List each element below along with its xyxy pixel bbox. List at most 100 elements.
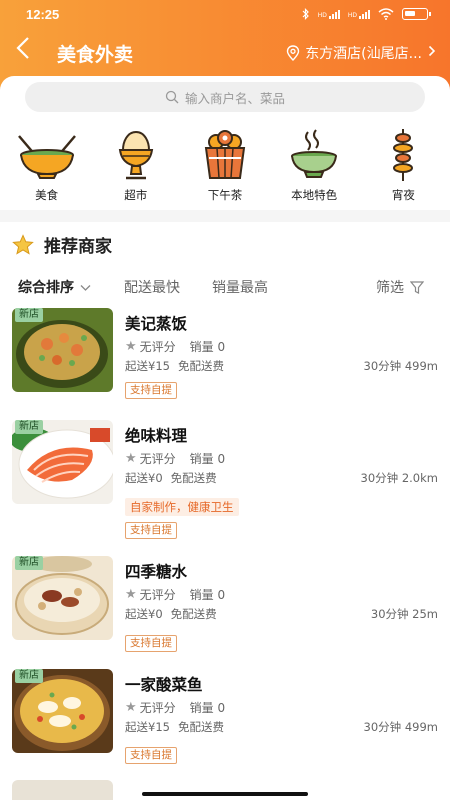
category-local-specialty[interactable]: 本地特色	[270, 128, 358, 208]
shop-slogan: 自家制作，健康卫生	[125, 498, 239, 516]
shop-rating: ★ 无评分 销量 0	[125, 450, 225, 467]
location-label: 东方酒店(汕尾店...	[305, 46, 422, 62]
bowl-chopsticks-icon	[17, 135, 76, 179]
shop-card-partial[interactable]	[12, 780, 438, 800]
shop-card[interactable]: 新店 四季糖水 ★ 无评分 销量 0 起送¥0 免配送费 30分钟 25m 支持自…	[12, 556, 438, 652]
min-order: 起送¥0	[125, 471, 163, 485]
delivery-info: 起送¥15 免配送费	[125, 358, 224, 374]
category-label: 美食	[35, 188, 59, 202]
shop-card[interactable]: 新店 绝味料理 ★ 无评分 销量 0 起送¥0 免配送费 30分钟 2.0km 自…	[12, 420, 438, 542]
location-selector[interactable]: 东方酒店(汕尾店...	[285, 43, 436, 63]
star-icon: ★	[125, 451, 137, 466]
section-header: 推荐商家	[12, 232, 112, 257]
signal-icon: HD	[317, 9, 340, 19]
new-shop-badge: 新店	[15, 669, 43, 683]
pickup-tag: 支持自提	[125, 747, 177, 764]
category-panel: 输入商户名、菜品 美食 超市 下午茶 本地特色 宵夜	[0, 76, 450, 210]
delivery-fee: 免配送费	[177, 359, 224, 373]
category-market[interactable]: 超市	[92, 128, 180, 208]
sort-option-sales[interactable]: 销量最高	[212, 277, 268, 297]
delivery-eta: 30分钟 499m	[363, 720, 438, 734]
star-icon: ★	[125, 339, 137, 354]
delivery-eta: 30分钟 499m	[363, 359, 438, 373]
sort-bar: 综合排序 配送最快 销量最高 筛选	[18, 277, 433, 297]
signal-label: HD	[347, 11, 357, 19]
shop-rating: ★ 无评分 销量 0	[125, 586, 225, 603]
new-shop-badge: 新店	[15, 420, 43, 434]
new-shop-badge: 新店	[15, 556, 43, 570]
page-title: 美食外卖	[57, 44, 134, 66]
delivery-info: 起送¥0 免配送费	[125, 606, 217, 622]
delivery-info: 起送¥15 免配送费	[125, 719, 224, 735]
delivery-fee: 免配送费	[177, 720, 224, 734]
min-order: 起送¥15	[125, 720, 170, 734]
steaming-bowl-icon	[291, 129, 338, 178]
chevron-right-icon	[428, 45, 436, 61]
rating-text: 无评分	[139, 701, 176, 715]
category-label: 宵夜	[391, 188, 415, 202]
egg-cup-icon	[118, 130, 153, 180]
shop-name: 一家酸菜鱼	[125, 676, 203, 694]
search-input[interactable]: 输入商户名、菜品	[25, 82, 425, 112]
shop-rating: ★ 无评分 销量 0	[125, 699, 225, 716]
signal-icon: HD	[347, 9, 370, 19]
shop-rating: ★ 无评分 销量 0	[125, 338, 225, 355]
home-indicator[interactable]	[142, 792, 308, 796]
delivery-fee: 免配送费	[170, 471, 217, 485]
pickup-tag: 支持自提	[125, 382, 177, 399]
battery-icon	[402, 8, 431, 20]
nav-bar: 美食外卖 东方酒店(汕尾店...	[0, 32, 450, 72]
delivery-info: 起送¥0 免配送费	[125, 470, 217, 486]
filter-icon	[410, 280, 424, 294]
signal-label: HD	[317, 11, 327, 19]
status-icons: HD HD	[302, 8, 431, 20]
skewer-icon	[393, 129, 414, 181]
shop-list-area: 推荐商家 综合排序 配送最快 销量最高 筛选 新店 美记蒸饭 ★ 无评分 销量 …	[0, 222, 450, 800]
pickup-tag: 支持自提	[125, 635, 177, 652]
min-order: 起送¥15	[125, 359, 170, 373]
search-placeholder: 输入商户名、菜品	[184, 90, 285, 106]
status-bar: 12:25 HD HD	[0, 0, 450, 30]
star-icon: ★	[125, 587, 137, 602]
shop-name: 美记蒸饭	[125, 315, 188, 333]
pastry-box-icon	[204, 130, 246, 179]
delivery-eta: 30分钟 25m	[370, 607, 438, 621]
category-food[interactable]: 美食	[3, 128, 91, 208]
star-icon: ★	[125, 700, 137, 715]
delivery-eta: 30分钟 2.0km	[360, 471, 438, 485]
pickup-tag: 支持自提	[125, 522, 177, 539]
wifi-icon	[378, 8, 394, 20]
sales-text: 销量 0	[189, 452, 226, 466]
min-order: 起送¥0	[125, 607, 163, 621]
category-row: 美食 超市 下午茶 本地特色 宵夜	[0, 128, 450, 208]
delivery-fee: 免配送费	[170, 607, 217, 621]
sales-text: 销量 0	[189, 588, 226, 602]
search-icon	[165, 90, 179, 104]
category-late-night[interactable]: 宵夜	[359, 128, 447, 208]
sort-option-fastest[interactable]: 配送最快	[124, 277, 180, 297]
chevron-down-icon	[77, 284, 91, 295]
bluetooth-icon	[302, 8, 309, 20]
rating-text: 无评分	[139, 452, 176, 466]
category-afternoon-tea[interactable]: 下午茶	[181, 128, 269, 208]
filter-button[interactable]: 筛选	[376, 277, 424, 297]
location-pin-icon	[286, 45, 300, 61]
shop-card[interactable]: 新店 美记蒸饭 ★ 无评分 销量 0 起送¥15 免配送费 30分钟 499m 支…	[12, 308, 438, 404]
rating-text: 无评分	[139, 588, 176, 602]
new-shop-badge: 新店	[15, 308, 43, 322]
shop-card[interactable]: 新店 一家酸菜鱼 ★ 无评分 销量 0 起送¥15 免配送费 30分钟 499m …	[12, 669, 438, 765]
sales-text: 销量 0	[189, 340, 226, 354]
category-label: 下午茶	[207, 188, 243, 202]
filter-label: 筛选	[376, 280, 404, 296]
status-time: 12:25	[26, 7, 60, 22]
rating-text: 无评分	[139, 340, 176, 354]
category-label: 本地特色	[291, 188, 338, 202]
shop-image	[12, 780, 113, 800]
shop-name: 绝味料理	[125, 427, 188, 445]
back-arrow-icon[interactable]	[14, 36, 44, 66]
sort-option-default[interactable]: 综合排序	[18, 277, 91, 297]
shop-name: 四季糖水	[125, 563, 188, 581]
star-icon	[12, 233, 34, 255]
category-label: 超市	[124, 188, 148, 202]
sort-label: 综合排序	[18, 280, 74, 296]
